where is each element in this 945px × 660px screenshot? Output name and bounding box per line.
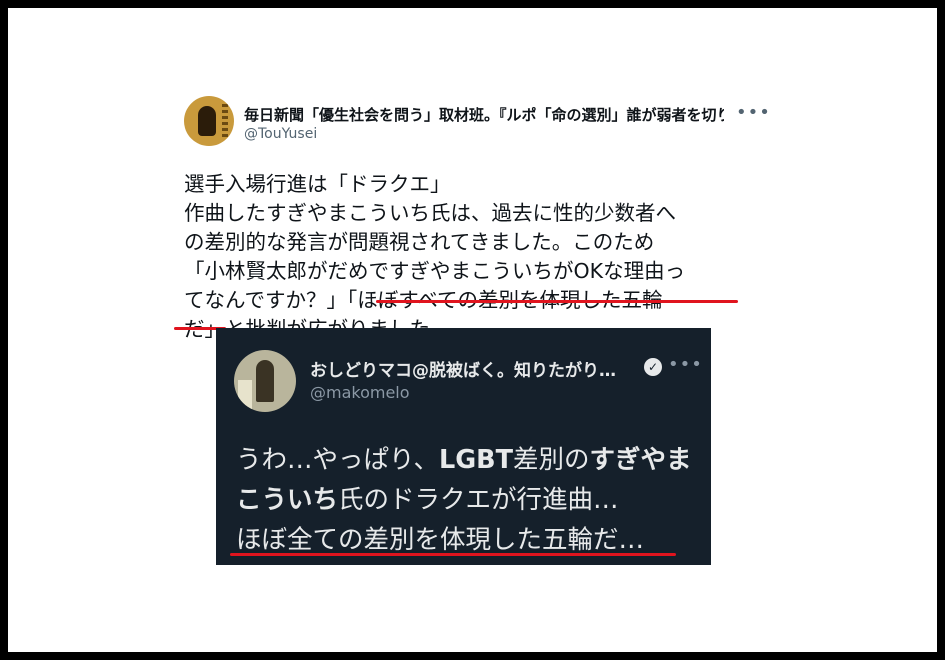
tweet-line: の差別的な発言が問題視されてきました。このため (184, 230, 655, 254)
tweet-line: 作曲したすぎやまこういち氏は、過去に性的少数者へ (184, 201, 676, 225)
quote-text-bold: すぎやま (589, 445, 692, 475)
avatar-background (238, 380, 252, 410)
avatar-figure (198, 106, 216, 136)
quote-text-span: 氏のドラクエが行進曲… (338, 485, 619, 515)
quote-text: うわ…やっぱり、LGBT差別のすぎやま こういち氏のドラクエが行進曲… ほぼ全て… (236, 440, 706, 560)
tweet-line: 「小林賢太郎がだめですぎやまこういちがOKな理由っ (184, 259, 686, 283)
highlight-underline (230, 553, 676, 556)
handle[interactable]: @TouYusei (244, 126, 317, 142)
quote-text-bold: こういち (236, 485, 339, 515)
highlight-underline (376, 300, 738, 303)
ellipsis-icon[interactable]: ••• (736, 104, 771, 122)
quote-avatar[interactable] (234, 350, 296, 412)
tweet-line: 選手入場行進は「ドラクエ」 (184, 172, 451, 196)
quote-text-bold: LGBT (438, 445, 513, 475)
avatar-figure (256, 360, 274, 402)
quote-text-span: うわ…やっぱり、 (236, 445, 439, 475)
tweet-header: 毎日新聞「優生社会を問う」取材班。『ルポ「命の選別」誰が弱者を切り捨てるのか？』… (184, 96, 770, 156)
verified-badge-icon: ✓ (644, 358, 662, 376)
quote-display-name[interactable]: おしどりマコ@脱被ばく。知りたがり… (310, 356, 616, 381)
tweet-text: 選手入場行進は「ドラクエ」作曲したすぎやまこういち氏は、過去に性的少数者へ の差別… (184, 170, 764, 344)
quoted-tweet-screenshot[interactable]: おしどりマコ@脱被ばく。知りたがり… ✓ ••• @makomelo うわ…やっ… (216, 328, 711, 565)
quote-text-span: 差別の (513, 445, 590, 475)
quote-handle[interactable]: @makomelo (310, 383, 410, 402)
avatar-text-stripe (222, 104, 228, 138)
quote-line: うわ…やっぱり、LGBT差別のすぎやま (236, 440, 706, 480)
display-name[interactable]: 毎日新聞「優生社会を問う」取材班。『ルポ「命の選別」誰が弱者を切り捨てるのか？』 (244, 104, 724, 124)
ellipsis-icon[interactable]: ••• (668, 354, 703, 375)
screenshot-canvas: 毎日新聞「優生社会を問う」取材班。『ルポ「命の選別」誰が弱者を切り捨てるのか？』… (8, 8, 937, 652)
quote-line: こういち氏のドラクエが行進曲… (236, 480, 706, 520)
avatar[interactable] (184, 96, 234, 146)
